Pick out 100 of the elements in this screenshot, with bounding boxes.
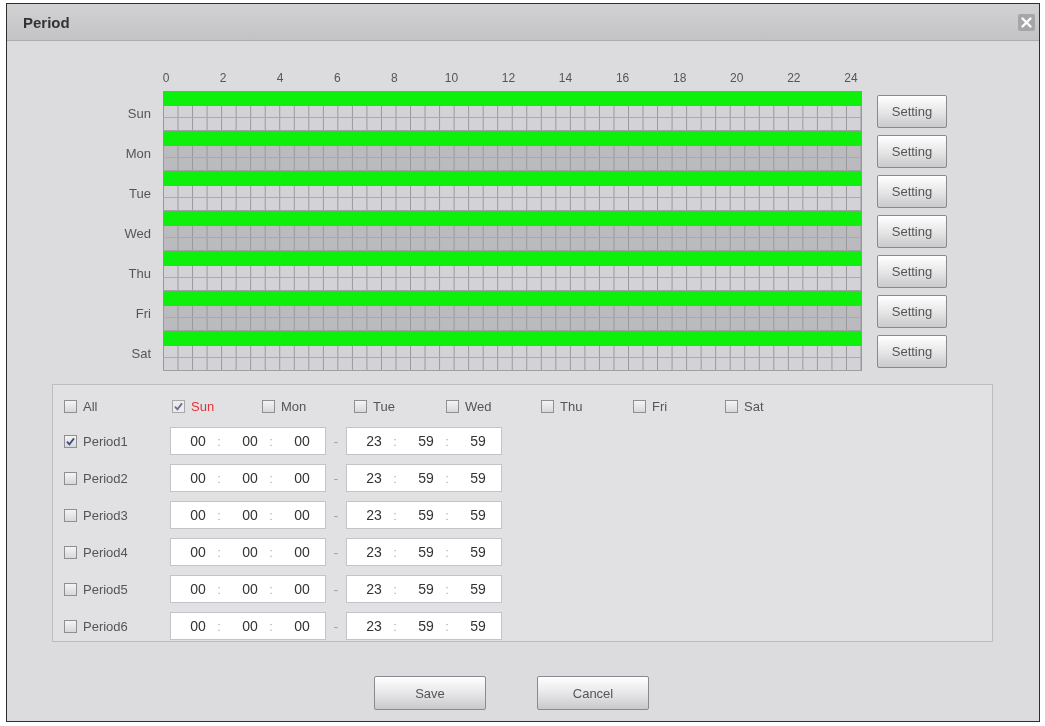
- time-value[interactable]: 00: [236, 433, 264, 449]
- time-field[interactable]: 23 : 59 : 59: [346, 538, 502, 566]
- time-value[interactable]: 59: [464, 433, 492, 449]
- checkbox-label: Period5: [83, 581, 128, 597]
- schedule-track[interactable]: [163, 331, 862, 371]
- setting-button[interactable]: Setting: [877, 214, 947, 248]
- setting-button[interactable]: Setting: [877, 174, 947, 208]
- checkbox-label: Fri: [652, 398, 668, 414]
- range-dash: -: [332, 507, 340, 523]
- checkbox-label: Period3: [83, 507, 128, 523]
- time-value[interactable]: 00: [184, 433, 212, 449]
- close-icon[interactable]: [1018, 13, 1035, 31]
- time-field[interactable]: 00 : 00 : 00: [170, 464, 326, 492]
- time-value[interactable]: 00: [236, 507, 264, 523]
- schedule-track[interactable]: [163, 91, 862, 131]
- setting-button[interactable]: Setting: [877, 294, 947, 328]
- day-label: Fri: [134, 304, 151, 321]
- time-separator: :: [444, 507, 450, 523]
- time-field[interactable]: 23 : 59 : 59: [346, 575, 502, 603]
- schedule-track[interactable]: [163, 171, 862, 211]
- checkbox[interactable]: [541, 399, 554, 413]
- time-field[interactable]: 00 : 00 : 00: [170, 538, 326, 566]
- time-field[interactable]: 23 : 59 : 59: [346, 501, 502, 529]
- hour-label: 0: [161, 71, 171, 85]
- time-field[interactable]: 23 : 59 : 59: [346, 612, 502, 640]
- time-separator: :: [268, 507, 274, 523]
- time-value[interactable]: 00: [184, 470, 212, 486]
- time-value[interactable]: 59: [464, 581, 492, 597]
- day-label: Sun: [126, 104, 151, 121]
- time-value[interactable]: 00: [184, 544, 212, 560]
- time-value[interactable]: 00: [236, 618, 264, 634]
- checkbox[interactable]: [64, 399, 77, 413]
- time-value[interactable]: 00: [184, 618, 212, 634]
- checkbox[interactable]: [633, 399, 646, 413]
- schedule-track[interactable]: [163, 211, 862, 251]
- checkbox[interactable]: [725, 399, 738, 413]
- setting-button[interactable]: Setting: [877, 94, 947, 128]
- time-field[interactable]: 00 : 00 : 00: [170, 427, 326, 455]
- time-separator: :: [268, 433, 274, 449]
- save-button[interactable]: Save: [374, 676, 486, 710]
- checkbox[interactable]: [64, 508, 77, 522]
- checkbox[interactable]: [64, 619, 77, 633]
- setting-button[interactable]: Setting: [877, 334, 947, 368]
- time-value[interactable]: 59: [412, 544, 440, 560]
- checkbox-label: Sun: [191, 398, 215, 414]
- time-value[interactable]: 59: [464, 507, 492, 523]
- time-value[interactable]: 59: [464, 618, 492, 634]
- time-value[interactable]: 00: [288, 581, 316, 597]
- time-value[interactable]: 00: [288, 433, 316, 449]
- time-value[interactable]: 00: [288, 544, 316, 560]
- checkbox[interactable]: [446, 399, 459, 413]
- time-field[interactable]: 00 : 00 : 00: [170, 575, 326, 603]
- time-value[interactable]: 59: [464, 470, 492, 486]
- time-value[interactable]: 59: [412, 581, 440, 597]
- time-value[interactable]: 00: [236, 544, 264, 560]
- checkbox[interactable]: [64, 582, 77, 596]
- time-value[interactable]: 59: [464, 544, 492, 560]
- time-separator: :: [392, 544, 398, 560]
- time-field[interactable]: 00 : 00 : 00: [170, 501, 326, 529]
- time-value[interactable]: 23: [360, 618, 388, 634]
- time-value[interactable]: 59: [412, 507, 440, 523]
- setting-button[interactable]: Setting: [877, 134, 947, 168]
- time-separator: :: [268, 544, 274, 560]
- checkbox-label: Mon: [281, 398, 307, 414]
- setting-button[interactable]: Setting: [877, 254, 947, 288]
- schedule-track[interactable]: [163, 291, 862, 331]
- time-value[interactable]: 00: [184, 581, 212, 597]
- time-value[interactable]: 23: [360, 544, 388, 560]
- time-value[interactable]: 23: [360, 507, 388, 523]
- range-dash: -: [332, 544, 340, 560]
- time-value[interactable]: 23: [360, 470, 388, 486]
- time-value[interactable]: 00: [184, 507, 212, 523]
- time-value[interactable]: 00: [288, 618, 316, 634]
- time-field[interactable]: 00 : 00 : 00: [170, 612, 326, 640]
- time-value[interactable]: 59: [412, 433, 440, 449]
- checkbox[interactable]: [64, 545, 77, 559]
- time-value[interactable]: 00: [288, 507, 316, 523]
- time-value[interactable]: 23: [360, 581, 388, 597]
- checkbox[interactable]: [64, 434, 77, 448]
- time-separator: :: [268, 470, 274, 486]
- hour-label: 24: [843, 71, 859, 85]
- day-label: Sat: [130, 344, 151, 361]
- time-value[interactable]: 00: [236, 470, 264, 486]
- hour-label: 20: [729, 71, 745, 85]
- time-value[interactable]: 23: [360, 433, 388, 449]
- time-value[interactable]: 59: [412, 470, 440, 486]
- checkbox[interactable]: [64, 471, 77, 485]
- time-separator: :: [444, 581, 450, 597]
- schedule-track[interactable]: [163, 251, 862, 291]
- time-value[interactable]: 00: [236, 581, 264, 597]
- schedule-track[interactable]: [163, 131, 862, 171]
- checkbox[interactable]: [354, 399, 367, 413]
- checkbox-label: Wed: [465, 398, 492, 414]
- time-value[interactable]: 00: [288, 470, 316, 486]
- time-field[interactable]: 23 : 59 : 59: [346, 427, 502, 455]
- time-field[interactable]: 23 : 59 : 59: [346, 464, 502, 492]
- checkbox[interactable]: [262, 399, 275, 413]
- cancel-button[interactable]: Cancel: [537, 676, 649, 710]
- time-separator: :: [392, 581, 398, 597]
- time-value[interactable]: 59: [412, 618, 440, 634]
